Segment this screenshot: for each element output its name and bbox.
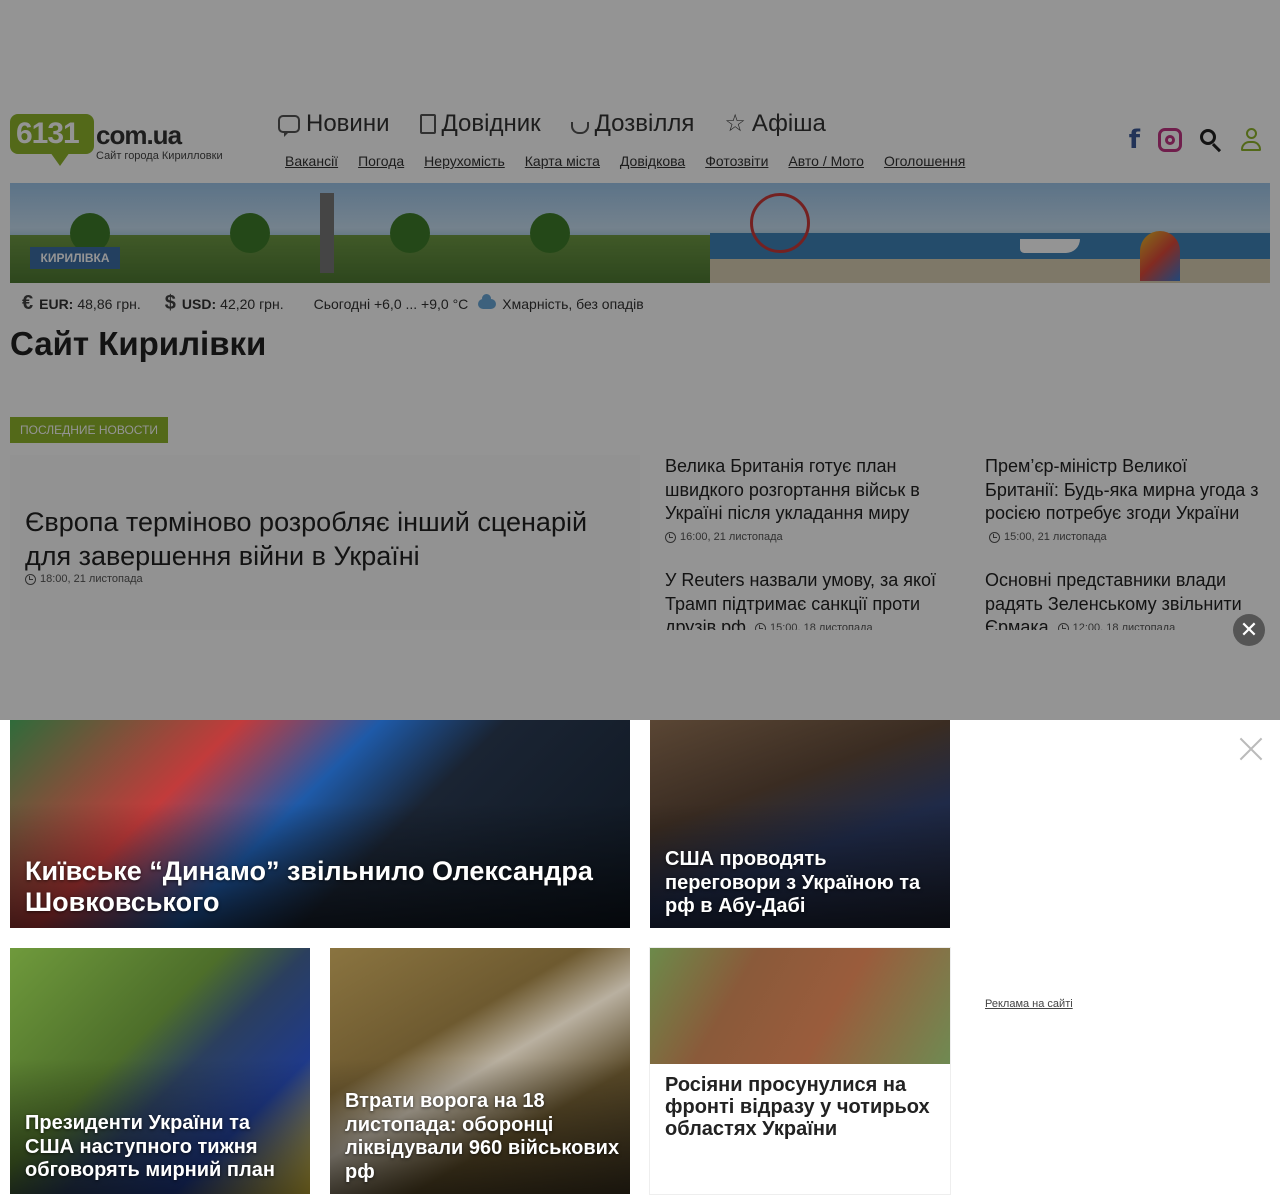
list-item[interactable]: Прем’єр-міністр Великої Британії: Будь-я… xyxy=(985,455,1260,550)
facebook-icon[interactable]: f xyxy=(1129,127,1140,153)
header-actions: f xyxy=(1129,127,1262,153)
eur-value: 48,86 грн. xyxy=(77,295,141,312)
news-time: 16:00, 21 листопада xyxy=(665,526,783,550)
chat-bubble-icon xyxy=(278,115,300,137)
weather-temp: Сьогодні +6,0 ... +9,0 °C xyxy=(313,295,469,312)
clock-icon xyxy=(989,532,1000,544)
logo-badge: 6131 xyxy=(10,114,94,154)
news-time: 15:00, 21 листопада xyxy=(989,526,1107,550)
weather-widget[interactable]: Сьогодні +6,0 ... +9,0 °C Хмарність, без… xyxy=(313,293,644,312)
info-bar: € EUR: 48,86 грн. $ USD: 42,20 грн. Сьог… xyxy=(22,292,644,315)
sub-nav-reference[interactable]: Довідкова xyxy=(620,153,685,169)
news-card-russians-advance[interactable]: Росіяни просунулися на фронті відразу у … xyxy=(650,948,950,1194)
dollar-icon: $ xyxy=(164,292,176,314)
nav-item-directory[interactable]: Довідник xyxy=(419,110,541,138)
banner-monument xyxy=(320,193,334,273)
lead-news[interactable]: Європа терміново розробляє інший сценарі… xyxy=(10,455,640,630)
euro-icon: € xyxy=(22,292,34,314)
logo-subtitle: Сайт города Кирилловки xyxy=(96,150,223,162)
list-item[interactable]: У Reuters назвали умову, за якої Трамп п… xyxy=(665,569,950,630)
usd-value: 42,20 грн. xyxy=(220,295,284,312)
banner-ferris-wheel xyxy=(750,193,810,253)
banner-tree xyxy=(230,213,270,253)
card-title[interactable]: Росіяни просунулися на фронті відразу у … xyxy=(665,1074,940,1140)
card-title[interactable]: Президенти України та США наступного тиж… xyxy=(25,1112,300,1183)
banner-sign: КИРИЛІВКА xyxy=(30,247,120,269)
lead-news-title[interactable]: Європа терміново розробляє інший сценарі… xyxy=(25,505,625,573)
cloud-icon xyxy=(478,293,497,309)
site-header: 6131 com.ua Сайт города Кирилловки Новин… xyxy=(0,100,1280,180)
sub-nav: Вакансії Погода Нерухомість Карта міста … xyxy=(285,153,965,169)
lead-news-time: 18:00, 21 листопада xyxy=(25,573,143,585)
nav-label: Дозвілля xyxy=(594,110,695,137)
sub-nav-realty[interactable]: Нерухомість xyxy=(424,153,505,169)
news-card-usa-talks[interactable]: США проводять переговори з Україною та р… xyxy=(650,720,950,928)
nav-label: Новини xyxy=(306,110,390,137)
sub-nav-weather[interactable]: Погода xyxy=(358,153,404,169)
clock-icon xyxy=(1057,622,1069,630)
ad-close-icon[interactable] xyxy=(1238,736,1264,762)
nav-label: Афіша xyxy=(751,110,826,137)
nav-item-news[interactable]: Новини xyxy=(278,110,390,138)
news-time: 12:00, 18 листопада xyxy=(1057,617,1176,631)
clock-icon xyxy=(665,532,676,544)
logo-domain: com.ua xyxy=(96,120,182,150)
city-banner: КИРИЛІВКА xyxy=(10,183,1270,283)
banner-tree xyxy=(390,213,430,253)
search-icon[interactable] xyxy=(1200,129,1222,151)
time-text: 18:00, 21 листопада xyxy=(40,573,143,585)
card-title[interactable]: США проводять переговори з Україною та р… xyxy=(665,848,940,919)
banner-tree xyxy=(530,213,570,253)
list-item[interactable]: Велика Британія готує план швидкого розг… xyxy=(665,455,950,550)
site-logo[interactable]: 6131 com.ua Сайт города Кирилловки xyxy=(10,114,240,170)
news-card-enemy-losses[interactable]: Втрати ворога на 18 листопада: оборонці … xyxy=(330,948,630,1194)
latest-news-badge: ПОСЛЕДНИЕ НОВОСТИ xyxy=(10,417,169,443)
time-text: 15:00, 21 листопада xyxy=(1004,531,1107,543)
list-item[interactable]: Основні представники влади радять Зеленс… xyxy=(985,569,1260,630)
card-map-image xyxy=(650,948,950,1064)
card-title[interactable]: Київське “Динамо” звільнило Олександра Ш… xyxy=(25,856,615,918)
banner-water-slide xyxy=(1140,231,1180,281)
time-text: 12:00, 18 листопада xyxy=(1072,621,1176,631)
news-card-dynamo[interactable]: Київське “Динамо” звільнило Олександра Ш… xyxy=(10,720,630,928)
book-icon xyxy=(419,114,436,134)
sub-nav-map[interactable]: Карта міста xyxy=(525,153,600,169)
instagram-icon[interactable] xyxy=(1158,128,1182,152)
card-title[interactable]: Втрати ворога на 18 листопада: оборонці … xyxy=(345,1090,620,1184)
clock-icon xyxy=(25,573,36,585)
star-icon: ☆ xyxy=(724,110,746,137)
time-text: 16:00, 21 листопада xyxy=(680,531,783,543)
side-news-list: Велика Британія готує план швидкого розг… xyxy=(650,450,1270,630)
news-title[interactable]: Прем’єр-міністр Великої Британії: Будь-я… xyxy=(985,456,1259,523)
logo-bubble-tail xyxy=(50,152,70,166)
news-time: 15:00, 18 листопада xyxy=(754,617,873,631)
main-nav: Новини Довідник Дозвілля ☆ Афіша xyxy=(278,110,826,138)
news-card-presidents[interactable]: Президенти України та США наступного тиж… xyxy=(10,948,310,1194)
sub-nav-photo-reports[interactable]: Фотозвіти xyxy=(705,153,768,169)
sub-nav-jobs[interactable]: Вакансії xyxy=(285,153,338,169)
clock-icon xyxy=(754,622,766,630)
overlay-close-button[interactable]: ✕ xyxy=(1233,614,1265,646)
currency-eur: € EUR: 48,86 грн. xyxy=(22,292,141,315)
nav-item-events[interactable]: ☆ Афіша xyxy=(724,110,825,138)
currency-usd: $ USD: 42,20 грн. xyxy=(165,292,284,315)
nav-item-leisure[interactable]: Дозвілля xyxy=(570,110,695,138)
eur-label: EUR: xyxy=(39,295,74,312)
banner-yacht xyxy=(1020,239,1080,253)
news-title[interactable]: Велика Британія готує план швидкого розг… xyxy=(665,456,920,523)
usd-label: USD: xyxy=(181,295,217,312)
sub-nav-ads[interactable]: Оголошення xyxy=(884,153,965,169)
nav-label: Довідник xyxy=(441,110,541,137)
time-text: 15:00, 18 листопада xyxy=(769,621,873,631)
user-icon[interactable] xyxy=(1240,128,1262,152)
advertise-link[interactable]: Реклама на сайті xyxy=(985,998,1073,1010)
page-title: Сайт Кирилівки xyxy=(10,325,267,362)
cup-icon xyxy=(570,122,589,134)
sub-nav-auto[interactable]: Авто / Мото xyxy=(788,153,864,169)
weather-desc: Хмарність, без опадів xyxy=(502,295,644,312)
